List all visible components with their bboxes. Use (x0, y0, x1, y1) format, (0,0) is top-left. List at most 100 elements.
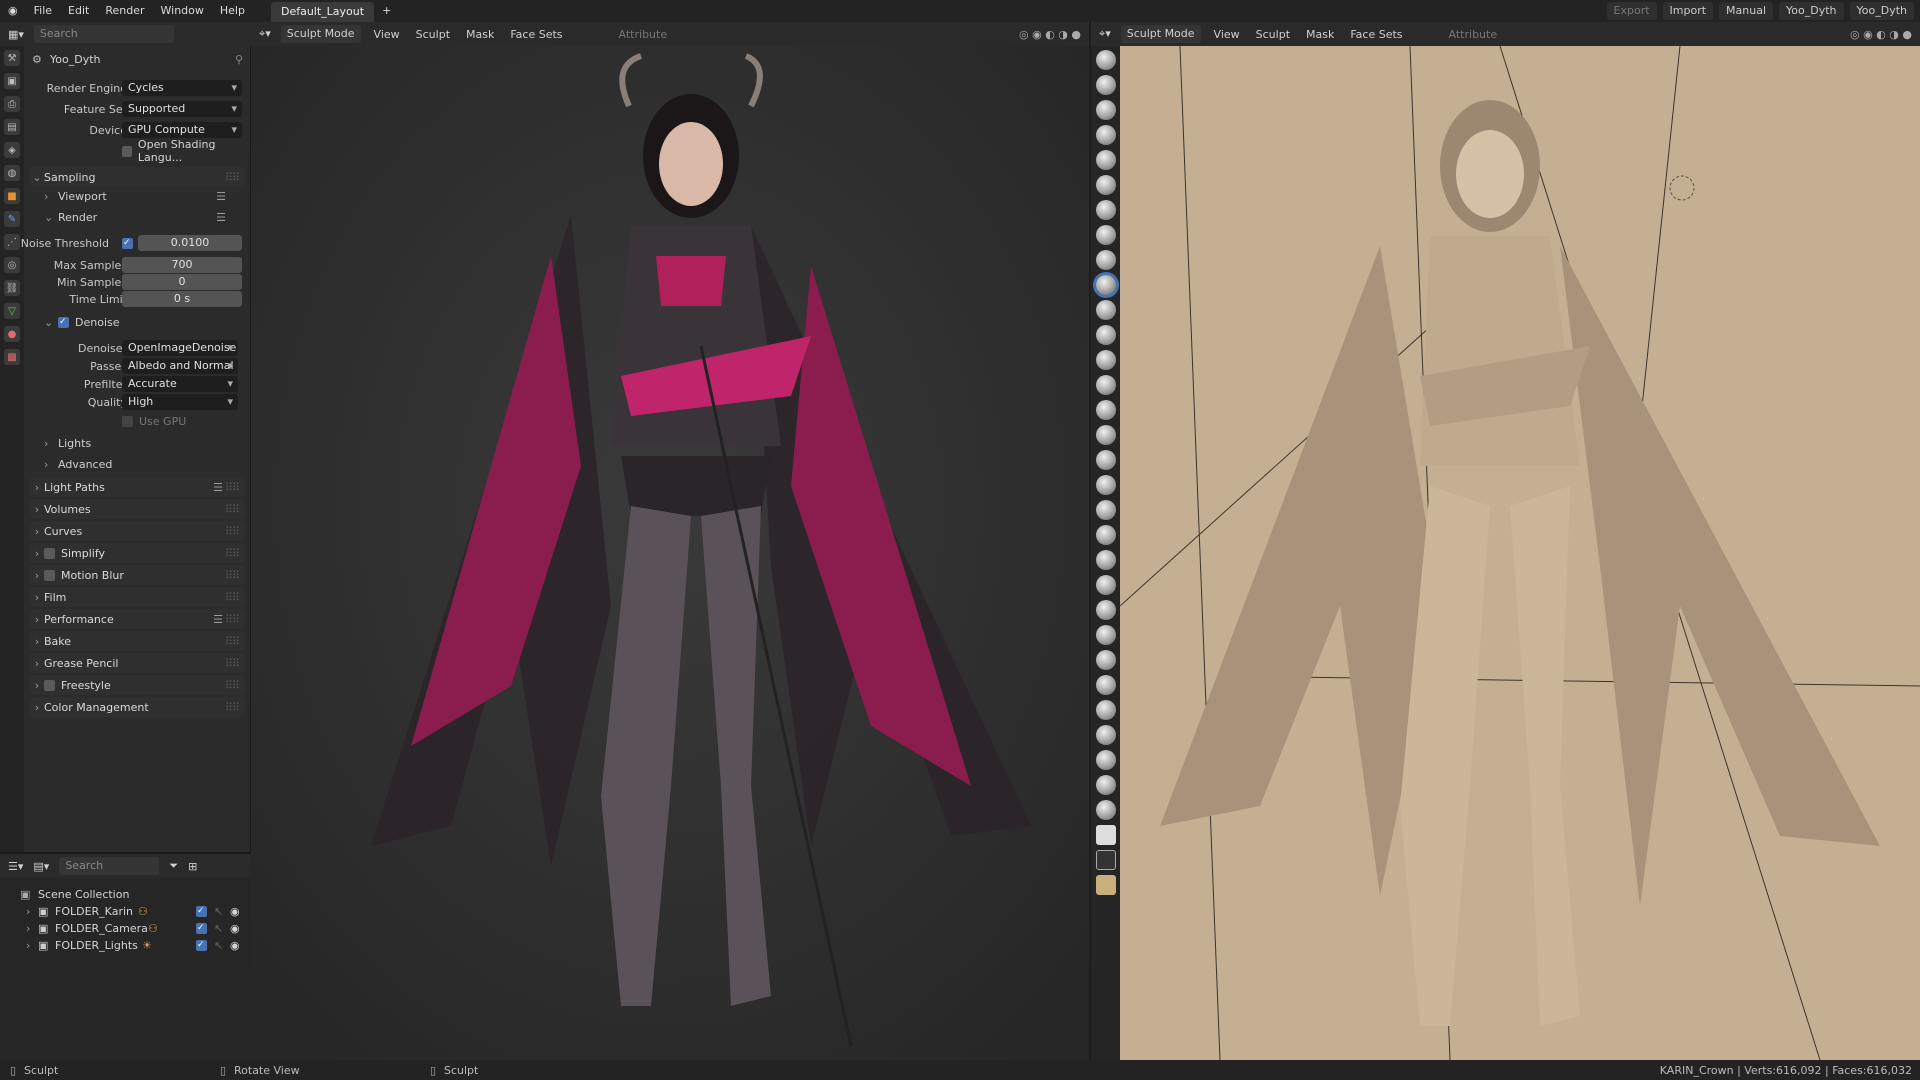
clay-sculpt-canvas[interactable] (1120, 46, 1920, 1060)
menu-help[interactable]: Help (212, 0, 253, 22)
drag-handle-icon[interactable]: ⠿⠿ (225, 481, 240, 494)
chevron-right-icon[interactable]: › (26, 939, 30, 952)
outliner-row[interactable]: › ▣ FOLDER_Camera⚇ ↖ ◉ (0, 920, 251, 937)
physics-tab-icon[interactable]: ◎ (4, 257, 20, 273)
menu-mask[interactable]: Mask (1303, 28, 1337, 41)
menu-render[interactable]: Render (97, 0, 152, 22)
brush-draw-sharp-icon[interactable] (1095, 75, 1116, 95)
presets-list-icon[interactable]: ☰ (216, 190, 226, 203)
volumes-panel[interactable]: › Volumes ⠿⠿ (30, 499, 245, 519)
brush-flatten-icon[interactable] (1095, 300, 1116, 320)
brush-thumb-icon[interactable] (1095, 500, 1116, 520)
time-limit-field[interactable]: 0 s (122, 291, 242, 307)
eye-icon[interactable]: ◉ (230, 905, 240, 918)
denoise-checkbox[interactable] (58, 317, 69, 328)
feature-set-dropdown[interactable]: Supported (122, 101, 242, 117)
brush-grab-icon[interactable] (1095, 425, 1116, 445)
chevron-right-icon[interactable]: › (26, 905, 30, 918)
denoise-subpanel[interactable]: ⌄ Denoise (44, 316, 120, 329)
menu-window[interactable]: Window (153, 0, 212, 22)
presets-list-icon[interactable]: ☰ (216, 211, 226, 224)
brush-mask-icon[interactable] (1095, 700, 1116, 720)
view-layer-tab-icon[interactable]: ▤ (4, 119, 20, 135)
device-dropdown[interactable]: GPU Compute (122, 122, 242, 138)
drag-handle-icon[interactable]: ⠿⠿ (225, 569, 240, 582)
render-tab-icon[interactable]: ▣ (4, 73, 20, 89)
drag-handle-icon[interactable]: ⠿⠿ (225, 547, 240, 560)
use-gpu-row[interactable]: Use GPU (122, 415, 186, 428)
brush-smooth-icon[interactable] (1095, 275, 1116, 295)
menu-view[interactable]: View (1211, 28, 1243, 41)
box-hide-icon[interactable] (1095, 850, 1116, 870)
advanced-subpanel[interactable]: › Advanced (44, 458, 112, 471)
blender-logo-icon[interactable]: ◉ (0, 0, 26, 22)
outliner-item-label[interactable]: FOLDER_Lights (55, 939, 138, 952)
noise-threshold-field[interactable]: 0.0100 (138, 235, 242, 251)
filter-icon[interactable]: ⏷ (169, 859, 178, 873)
brush-smear-icon[interactable] (1095, 800, 1116, 820)
scene-selector[interactable]: Yoo_Dyth (1779, 2, 1844, 20)
drag-handle-icon[interactable]: ⠿⠿ (225, 591, 240, 604)
mode-selector[interactable]: Sculpt Mode (280, 25, 361, 43)
tool-tab-icon[interactable]: ⚒ (4, 50, 20, 66)
drag-handle-icon[interactable]: ⠿⠿ (225, 701, 240, 714)
exclude-checkbox[interactable] (196, 940, 207, 951)
brush-elastic-deform-icon[interactable] (1095, 450, 1116, 470)
pin-icon[interactable]: ⚲ (235, 53, 243, 66)
new-collection-icon[interactable]: ⊞ (188, 860, 197, 873)
brush-cloth-icon[interactable] (1095, 650, 1116, 670)
max-samples-field[interactable]: 700 (122, 257, 242, 273)
brush-boundary-icon[interactable] (1095, 625, 1116, 645)
brush-scrape-icon[interactable] (1095, 350, 1116, 370)
freestyle-panel[interactable]: › Freestyle ⠿⠿ (30, 675, 245, 695)
motion-blur-panel[interactable]: › Motion Blur ⠿⠿ (30, 565, 245, 585)
editor-type-icon[interactable]: ⌖▾ (259, 27, 271, 41)
min-samples-field[interactable]: 0 (122, 274, 242, 290)
render-preview-canvas[interactable] (251, 46, 1089, 1060)
drag-handle-icon[interactable]: ⠿⠿ (225, 503, 240, 516)
menu-file[interactable]: File (26, 0, 60, 22)
drag-handle-icon[interactable]: ⠿⠿ (225, 635, 240, 648)
menu-mask[interactable]: Mask (463, 28, 497, 41)
brush-multiplane-scrape-icon[interactable] (1095, 375, 1116, 395)
use-gpu-checkbox[interactable] (122, 415, 133, 427)
brush-paint-icon[interactable] (1095, 775, 1116, 795)
sampling-panel-header[interactable]: ⌄ Sampling ⠿⠿ (30, 167, 245, 187)
menu-sculpt[interactable]: Sculpt (1253, 28, 1293, 41)
brush-clay-thumb-icon[interactable] (1095, 150, 1116, 170)
render-engine-dropdown[interactable]: Cycles (122, 80, 242, 96)
add-workspace-button[interactable]: + (374, 0, 399, 22)
outliner-row[interactable]: › ▣ FOLDER_Karin ⚇ ↖ ◉ (0, 903, 251, 920)
world-tab-icon[interactable]: ◍ (4, 165, 20, 181)
output-tab-icon[interactable]: ⎙ (4, 96, 20, 112)
curves-panel[interactable]: › Curves ⠿⠿ (30, 521, 245, 541)
select-arrow-icon[interactable]: ↖ (214, 905, 223, 918)
brush-clay-icon[interactable] (1095, 100, 1116, 120)
quality-dropdown[interactable]: High (122, 394, 238, 410)
viewport-subpanel[interactable]: › Viewport (44, 190, 107, 203)
attribute-button[interactable]: Attribute (1446, 28, 1501, 41)
brush-pinch-icon[interactable] (1095, 400, 1116, 420)
viewlayer-selector[interactable]: Yoo_Dyth (1849, 2, 1914, 20)
brush-slide-relax-icon[interactable] (1095, 600, 1116, 620)
outliner-row[interactable]: › ▣ FOLDER_Lights ☀ ↖ ◉ (0, 937, 251, 954)
menu-sculpt[interactable]: Sculpt (413, 28, 453, 41)
manual-button[interactable]: Manual (1719, 2, 1774, 20)
modifier-tab-icon[interactable]: ✎ (4, 211, 20, 227)
brush-nudge-icon[interactable] (1095, 550, 1116, 570)
texture-tab-icon[interactable]: ▩ (4, 349, 20, 365)
eye-icon[interactable]: ◉ (230, 922, 240, 935)
drag-handle-icon[interactable]: ⠿⠿ (225, 679, 240, 692)
particles-tab-icon[interactable]: ⋰ (4, 234, 20, 250)
viewport-shading-icons[interactable]: ◎ ◉ ◐ ◑ ● (1019, 28, 1081, 41)
mode-selector[interactable]: Sculpt Mode (1120, 25, 1201, 43)
editor-type-icon[interactable]: ☰▾ (8, 860, 23, 873)
denoiser-dropdown[interactable]: OpenImageDenoise (122, 340, 238, 356)
drag-handle-icon[interactable]: ⠿⠿ (225, 657, 240, 670)
box-mask-icon[interactable] (1095, 825, 1116, 845)
brush-snake-hook-icon[interactable] (1095, 475, 1116, 495)
brush-multires-icon[interactable] (1095, 750, 1116, 770)
presets-list-icon[interactable]: ☰ (213, 481, 223, 494)
grease-pencil-panel[interactable]: › Grease Pencil ⠿⠿ (30, 653, 245, 673)
scene-tab-icon[interactable]: ◈ (4, 142, 20, 158)
